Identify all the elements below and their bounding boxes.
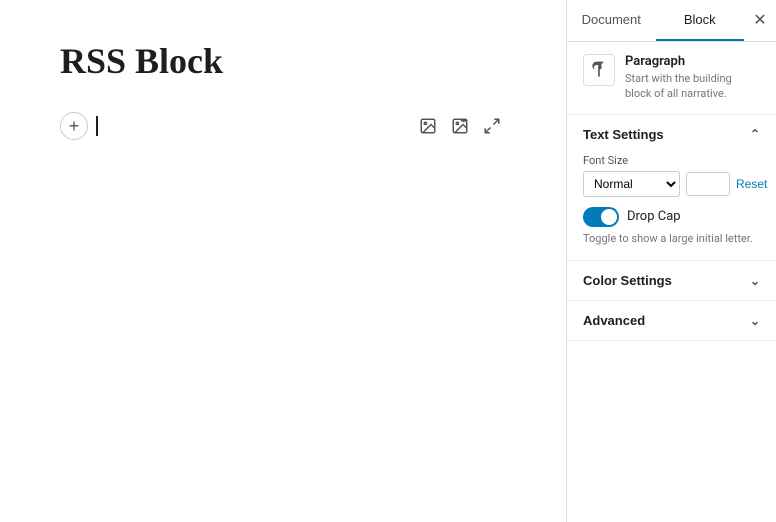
text-settings-toggle[interactable]: Text Settings ⌃ bbox=[567, 115, 776, 154]
expand-button[interactable] bbox=[478, 112, 506, 140]
advanced-section: Advanced ⌄ bbox=[567, 301, 776, 341]
color-settings-label: Color Settings bbox=[583, 273, 672, 288]
chevron-down-icon-2: ⌄ bbox=[750, 314, 760, 328]
drop-cap-description: Toggle to show a large initial letter. bbox=[583, 231, 760, 246]
chevron-up-icon: ⌃ bbox=[750, 127, 760, 141]
font-size-number-input[interactable] bbox=[686, 172, 730, 196]
block-type-icon bbox=[583, 54, 615, 86]
editor-area: RSS Block + bbox=[0, 0, 566, 522]
reset-button[interactable]: Reset bbox=[736, 177, 767, 191]
color-settings-section: Color Settings ⌄ bbox=[567, 261, 776, 301]
add-block-button[interactable]: + bbox=[60, 112, 88, 140]
paragraph-icon bbox=[589, 60, 609, 80]
font-size-select[interactable]: Normal Small Medium Large Extra Large bbox=[583, 171, 680, 197]
text-settings-content: Font Size Normal Small Medium Large Extr… bbox=[567, 154, 776, 260]
plus-icon: + bbox=[69, 116, 80, 137]
image2-icon bbox=[451, 117, 469, 135]
image-icon bbox=[419, 117, 437, 135]
editor-title: RSS Block bbox=[60, 40, 506, 82]
drop-cap-toggle[interactable] bbox=[583, 207, 619, 227]
sidebar-header: Document Block ✕ bbox=[567, 0, 776, 42]
text-settings-label: Text Settings bbox=[583, 127, 664, 142]
expand-icon bbox=[483, 117, 501, 135]
text-settings-section: Text Settings ⌃ Font Size Normal Small M… bbox=[567, 115, 776, 261]
advanced-label: Advanced bbox=[583, 313, 645, 328]
tab-document[interactable]: Document bbox=[567, 0, 656, 41]
advanced-toggle[interactable]: Advanced ⌄ bbox=[567, 301, 776, 340]
block-type-description: Start with the building block of all nar… bbox=[625, 71, 760, 102]
block-info-text: Paragraph Start with the building block … bbox=[625, 54, 760, 102]
block-info: Paragraph Start with the building block … bbox=[567, 42, 776, 115]
editor-toolbar-right bbox=[414, 112, 506, 140]
image2-icon-button[interactable] bbox=[446, 112, 474, 140]
drop-cap-label: Drop Cap bbox=[627, 209, 681, 224]
tab-block[interactable]: Block bbox=[656, 0, 745, 41]
color-settings-toggle[interactable]: Color Settings ⌄ bbox=[567, 261, 776, 300]
editor-input-row: + bbox=[60, 112, 506, 140]
block-type-name: Paragraph bbox=[625, 54, 760, 69]
font-size-row: Normal Small Medium Large Extra Large Re… bbox=[583, 171, 760, 197]
chevron-down-icon: ⌄ bbox=[750, 274, 760, 288]
image-icon-button[interactable] bbox=[414, 112, 442, 140]
font-size-label: Font Size bbox=[583, 154, 760, 167]
text-cursor bbox=[96, 116, 98, 136]
close-button[interactable]: ✕ bbox=[744, 0, 776, 40]
drop-cap-row: Drop Cap bbox=[583, 207, 760, 227]
sidebar: Document Block ✕ Paragraph Start with th… bbox=[566, 0, 776, 522]
